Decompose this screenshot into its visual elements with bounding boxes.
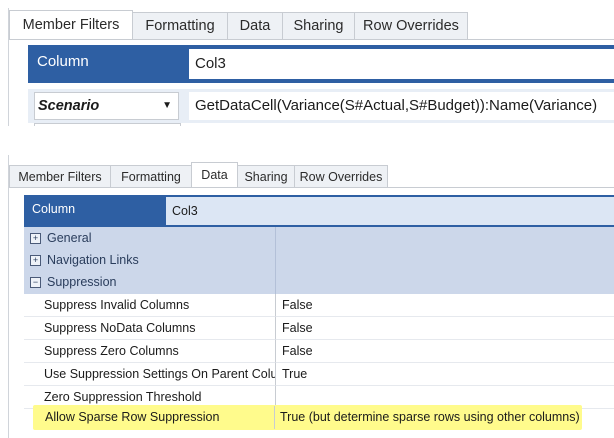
column-header-bar: Column Col3 [24, 195, 614, 227]
category-general[interactable]: + General [24, 227, 275, 250]
property-name[interactable]: Suppress Zero Columns [24, 340, 275, 363]
tab-member-filters[interactable]: Member Filters [9, 10, 133, 39]
tab-row-overrides[interactable]: Row Overrides [354, 12, 468, 39]
property-value[interactable]: False [275, 340, 614, 363]
bottom-properties-panel: Member Filters Formatting Data Sharing R… [8, 155, 614, 438]
category-label: General [47, 231, 92, 245]
property-name[interactable]: Suppress Invalid Columns [24, 294, 275, 317]
tab-formatting[interactable]: Formatting [110, 165, 192, 187]
top-tab-strip: Member Filters Formatting Data Sharing R… [9, 10, 468, 39]
member-filter-formula-field[interactable]: GetDataCell(Variance(S#Actual,S#Budget))… [189, 92, 614, 120]
tab-data[interactable]: Data [191, 162, 238, 187]
column-header-bar: Column Col3 [28, 45, 614, 83]
property-name[interactable]: Suppress NoData Columns [24, 317, 275, 340]
column-label: Column [32, 202, 76, 216]
property-value[interactable]: True [275, 363, 614, 386]
screenshot-separator [0, 126, 614, 155]
tab-member-filters[interactable]: Member Filters [9, 165, 111, 187]
property-value[interactable]: False [275, 317, 614, 340]
category-label: Navigation Links [47, 253, 139, 267]
expand-icon[interactable]: + [30, 233, 41, 245]
category-value-cell [275, 249, 614, 272]
dimension-dropdown-value: Scenario [38, 98, 100, 114]
column-name-field[interactable]: Col3 [189, 49, 614, 79]
tab-data[interactable]: Data [227, 12, 283, 39]
collapse-icon[interactable]: − [30, 277, 41, 289]
tab-row-overrides[interactable]: Row Overrides [294, 165, 388, 187]
property-value[interactable]: False [275, 294, 614, 317]
category-label: Suppression [47, 275, 117, 289]
member-filter-row: Scenario ▼ GetDataCell(Variance(S#Actual… [28, 89, 614, 123]
dimension-dropdown[interactable]: Scenario ▼ [34, 92, 179, 120]
top-properties-panel: Member Filters Formatting Data Sharing R… [8, 8, 614, 127]
dropdown-arrow-icon: ▼ [162, 100, 172, 111]
property-name[interactable]: Use Suppression Settings On Parent Colur [24, 363, 275, 386]
bottom-tab-strip: Member Filters Formatting Data Sharing R… [9, 162, 388, 187]
property-name-highlighted[interactable]: Allow Sparse Row Suppression [41, 406, 286, 429]
category-value-cell [275, 227, 614, 250]
column-name-field[interactable]: Col3 [166, 197, 614, 225]
property-value-highlighted[interactable]: True (but determine sparse rows using ot… [280, 406, 580, 429]
tab-formatting[interactable]: Formatting [132, 12, 228, 39]
column-label: Column [37, 53, 89, 70]
category-navigation-links[interactable]: + Navigation Links [24, 249, 275, 272]
tab-divider [9, 187, 614, 188]
tab-divider [9, 39, 614, 40]
category-value-cell [275, 271, 614, 294]
column-divider [274, 406, 275, 429]
category-suppression[interactable]: − Suppression [24, 271, 275, 294]
expand-icon[interactable]: + [30, 255, 41, 267]
tab-sharing[interactable]: Sharing [282, 12, 355, 39]
tab-sharing[interactable]: Sharing [237, 165, 295, 187]
